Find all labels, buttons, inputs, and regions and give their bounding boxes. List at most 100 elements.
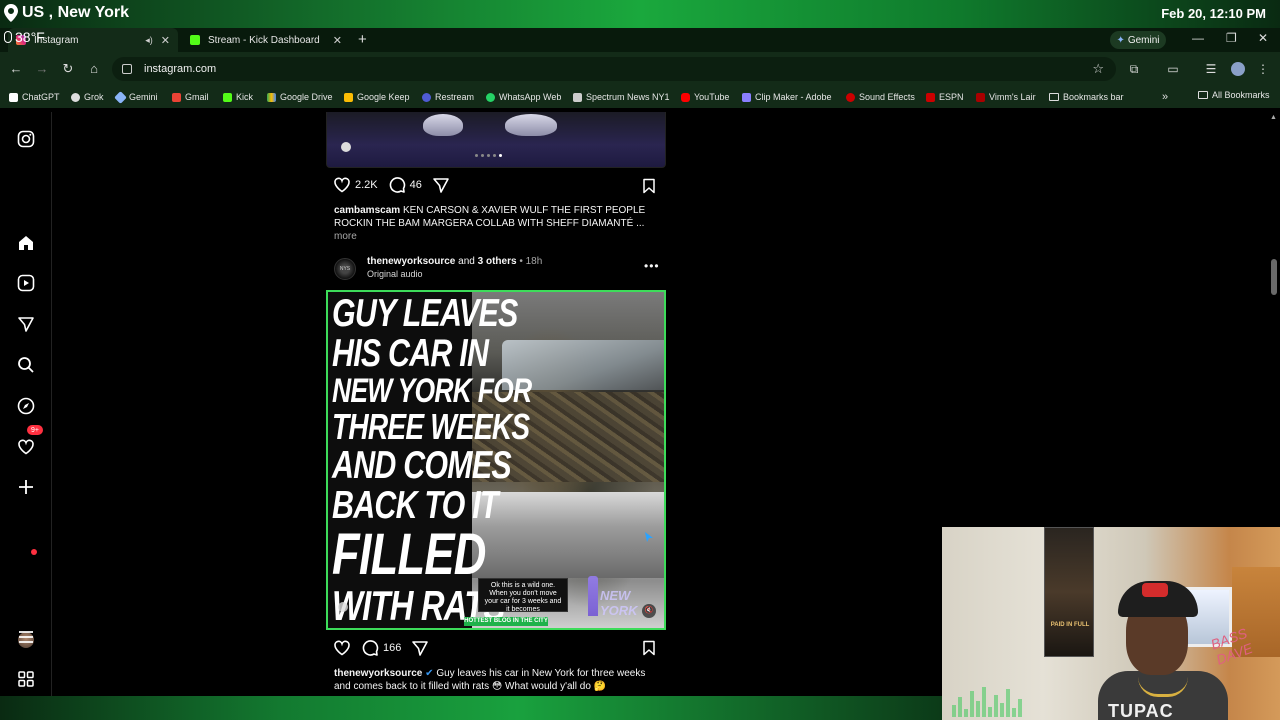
bookmark-restream[interactable]: Restream xyxy=(422,90,474,104)
bookmark-spectrum-news[interactable]: Spectrum News NY1 xyxy=(573,90,670,104)
bookmark-folder-bookmarks-bar[interactable]: Bookmarks bar xyxy=(1049,90,1124,104)
bookmark-chatgpt[interactable]: ChatGPT xyxy=(9,90,60,104)
caption-more-link[interactable]: more xyxy=(334,231,357,242)
save-bookmark-icon[interactable] xyxy=(641,178,657,194)
search-icon[interactable] xyxy=(17,356,35,374)
forward-icon[interactable]: → xyxy=(34,61,50,76)
menu-kebab-icon[interactable]: ⋮ xyxy=(1256,62,1270,76)
author-username[interactable]: thenewyorksource xyxy=(367,256,455,267)
caption-username[interactable]: cambamscam xyxy=(334,205,400,216)
bookmark-espn[interactable]: ESPN xyxy=(926,90,964,104)
bookmark-kick[interactable]: Kick xyxy=(223,90,253,104)
minimize-icon[interactable]: — xyxy=(1192,31,1204,45)
bookmark-label: Restream xyxy=(435,92,475,102)
explore-compass-icon[interactable] xyxy=(17,397,35,415)
bookmark-label: Gemini xyxy=(129,92,158,102)
bookmark-label: Sound Effects xyxy=(859,92,915,102)
new-tab-button[interactable]: + xyxy=(358,31,367,48)
bookmark-youtube[interactable]: YouTube xyxy=(681,90,729,104)
bookmark-google-drive[interactable]: Google Drive xyxy=(267,90,333,104)
url-text: instagram.com xyxy=(144,63,217,75)
post-caption: cambamscam KEN CARSON & XAVIER WULF THE … xyxy=(334,204,658,243)
webcam-overlay: PAID IN FULL TUPAC BASS DAVE xyxy=(942,527,1280,720)
temperature-text: 38°F xyxy=(15,29,45,45)
more-menu-icon[interactable] xyxy=(17,628,35,646)
create-plus-icon[interactable] xyxy=(17,478,35,496)
bookmark-label: WhatsApp Web xyxy=(499,92,562,102)
share-button[interactable] xyxy=(432,176,450,194)
audio-link[interactable]: Original audio xyxy=(367,269,423,279)
instagram-logo-icon[interactable] xyxy=(17,130,35,148)
comment-button[interactable]: 166 xyxy=(361,639,401,657)
tagged-user-icon[interactable] xyxy=(341,142,351,152)
stream-overlay-top: US , New York Feb 20, 12:10 PM xyxy=(0,0,1280,28)
site-info-icon[interactable] xyxy=(122,64,132,74)
author-avatar[interactable]: NYS xyxy=(334,258,356,280)
notifications-heart-icon[interactable] xyxy=(17,438,35,456)
like-button[interactable] xyxy=(333,639,351,657)
reels-icon[interactable] xyxy=(17,274,35,292)
restore-icon[interactable]: ❐ xyxy=(1226,31,1237,45)
like-button[interactable]: 2.2K xyxy=(333,176,378,194)
speaker-icon[interactable]: ◂) xyxy=(145,35,153,46)
bookmark-whatsapp-web[interactable]: WhatsApp Web xyxy=(486,90,561,104)
bookmark-clip-maker[interactable]: Clip Maker - Adobe xyxy=(742,90,832,104)
share-button[interactable] xyxy=(411,639,429,657)
previous-post-image[interactable] xyxy=(326,112,666,168)
reload-icon[interactable]: ↻ xyxy=(60,61,76,77)
scrollbar-thumb[interactable] xyxy=(1271,259,1277,295)
direct-messages-icon[interactable] xyxy=(17,315,35,333)
reel-video[interactable]: GUY LEAVES HIS CAR IN NEW YORK FOR THREE… xyxy=(326,290,666,630)
bookmark-label: Google Drive xyxy=(280,92,333,102)
mute-icon[interactable]: 🔇 xyxy=(642,604,656,618)
bookmark-label: Bookmarks bar xyxy=(1063,92,1124,102)
save-bookmark-icon[interactable] xyxy=(641,640,657,656)
all-bookmarks-button[interactable]: All Bookmarks xyxy=(1198,90,1270,100)
bookmark-vimms-lair[interactable]: Vimm's Lair xyxy=(976,90,1036,104)
thermometer-icon xyxy=(4,31,12,43)
home-icon[interactable] xyxy=(17,234,35,252)
headline-line: GUY LEAVES xyxy=(332,292,518,335)
address-bar[interactable]: instagram.com ☆ xyxy=(112,57,1116,81)
bookmark-label: Clip Maker - Adobe xyxy=(755,92,832,102)
threads-apps-icon[interactable] xyxy=(17,670,35,688)
collaborators-link[interactable]: 3 others xyxy=(478,256,517,267)
bookmark-gemini[interactable]: Gemini xyxy=(114,90,158,104)
bookmark-gmail[interactable]: Gmail xyxy=(172,90,209,104)
caption-username[interactable]: thenewyorksource xyxy=(334,668,422,679)
google-drive-icon xyxy=(267,92,276,102)
bookmark-google-keep[interactable]: Google Keep xyxy=(344,90,410,104)
heart-icon xyxy=(334,177,350,193)
extensions-icon[interactable]: ⧉ xyxy=(1127,62,1141,76)
comment-count: 166 xyxy=(383,642,402,654)
close-window-icon[interactable]: ✕ xyxy=(1258,31,1268,45)
media-icon[interactable]: ☰ xyxy=(1204,62,1218,76)
youtube-icon xyxy=(681,92,690,102)
notifications-badge: 9+ xyxy=(27,425,43,435)
more-bookmarks-chevron-icon[interactable]: » xyxy=(1162,91,1168,103)
headline-line: NEW YORK FOR xyxy=(332,372,532,410)
home-icon[interactable]: ⌂ xyxy=(86,61,102,76)
bookmark-star-icon[interactable]: ☆ xyxy=(1092,61,1104,77)
bookmark-sound-effects[interactable]: Sound Effects xyxy=(846,90,915,104)
tagged-user-icon[interactable] xyxy=(338,602,348,612)
location-label: US , New York xyxy=(4,4,129,22)
back-icon[interactable]: ← xyxy=(8,61,24,76)
spectrum-news-icon xyxy=(573,92,582,102)
scroll-up-arrow-icon[interactable]: ▲ xyxy=(1270,114,1277,121)
gemini-button[interactable]: ✦ Gemini xyxy=(1110,31,1166,49)
headline-line: HIS CAR IN xyxy=(332,332,489,375)
comment-bubble-icon xyxy=(362,640,379,656)
cast-icon[interactable]: ▭ xyxy=(1166,62,1180,76)
close-tab-icon[interactable]: ✕ xyxy=(161,34,170,47)
post-actions: 2.2K 46 xyxy=(333,176,460,194)
close-tab-icon[interactable]: ✕ xyxy=(333,34,342,47)
tab-kick-dashboard[interactable]: Stream - Kick Dashboard ✕ xyxy=(182,28,350,52)
comment-button[interactable]: 46 xyxy=(388,176,422,194)
profile-avatar[interactable] xyxy=(1231,62,1245,76)
headline-line: WITH RATS xyxy=(332,582,505,629)
post-options-icon[interactable]: ••• xyxy=(644,259,660,273)
avatar-text: NYS xyxy=(339,266,351,272)
bookmark-grok[interactable]: Grok xyxy=(71,90,104,104)
vimms-lair-icon xyxy=(976,92,985,102)
